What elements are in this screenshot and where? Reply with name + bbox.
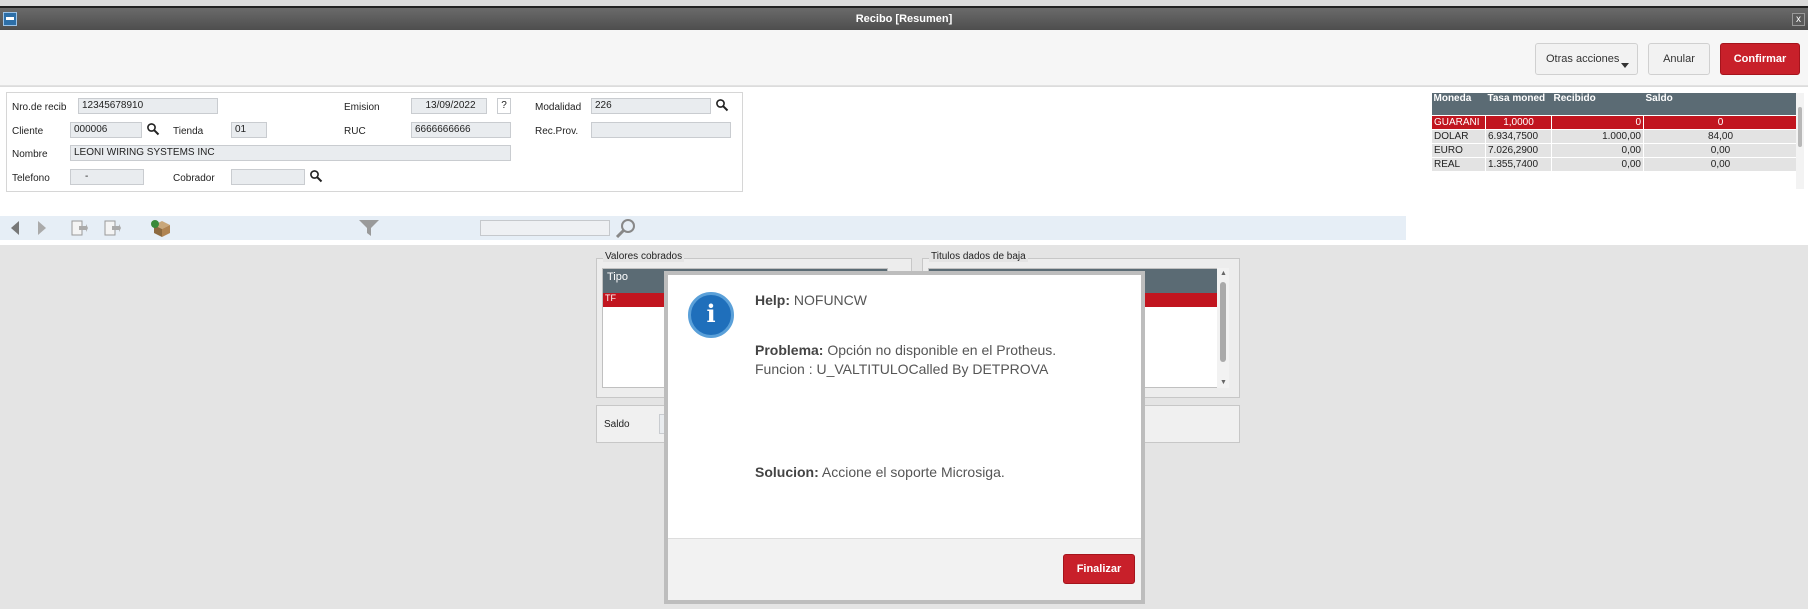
help-line: Help: NOFUNCW <box>755 292 867 308</box>
recprov-label: Rec.Prov. <box>535 126 579 137</box>
cell-rate: 1.355,7400 <box>1485 156 1552 172</box>
col-received[interactable]: Recibido <box>1551 93 1644 115</box>
emission-label: Emision <box>344 102 380 113</box>
table-row[interactable]: REAL 1.355,7400 0,00 0,00 <box>1431 156 1798 172</box>
search-icon[interactable] <box>715 98 729 112</box>
cell-balance: 0,00 <box>1643 156 1798 172</box>
currency-grid[interactable]: Moneda Tasa moned Recibido Saldo GUARANI… <box>1431 93 1798 172</box>
scroll-up-icon[interactable]: ▲ <box>1220 270 1227 277</box>
more-actions-label: Otras acciones <box>1546 53 1620 65</box>
table-row[interactable]: DOLAR 6.934,7500 1.000,00 84,00 <box>1431 128 1798 144</box>
collected-values-title: Valores cobrados <box>603 251 685 262</box>
grid-search-input[interactable] <box>480 220 610 236</box>
store-field[interactable]: 01 <box>231 122 267 138</box>
problem-text: Opción no disponible en el Protheus. <box>827 342 1057 358</box>
cell-received: 0,00 <box>1551 156 1644 172</box>
cell-balance: 0 <box>1643 114 1798 130</box>
dialog-footer: Finalizar <box>668 538 1141 600</box>
help-code: NOFUNCW <box>793 292 867 308</box>
action-toolbar: Otras acciones Anular Confirmar <box>0 30 1808 86</box>
titles-scrollbar[interactable]: ▲ ▼ <box>1217 268 1229 388</box>
table-row[interactable]: EURO 7.026,2900 0,00 0,00 <box>1431 142 1798 158</box>
window-title: Recibo [Resumen] <box>855 13 953 25</box>
doc-out-icon[interactable] <box>103 219 121 237</box>
balance-label: Saldo <box>604 419 630 430</box>
help-icon[interactable]: ? <box>497 98 511 114</box>
name-field[interactable]: LEONI WIRING SYSTEMS INC <box>70 145 511 161</box>
confirm-button[interactable]: Confirmar <box>1720 43 1800 75</box>
chevron-down-icon <box>1621 63 1629 68</box>
col-rate[interactable]: Tasa moned <box>1485 93 1552 115</box>
header-area: Nro.de recib 12345678910 Emision 13/09/2… <box>0 87 1808 245</box>
table-row[interactable]: GUARANI 1,0000 0 0 <box>1431 114 1798 130</box>
cell-rate: 1,0000 <box>1485 114 1552 130</box>
info-icon: i <box>688 292 734 338</box>
recibo-window: Recibo [Resumen] x Otras acciones Anular… <box>0 0 1808 609</box>
phone-label: Telefono <box>12 173 50 184</box>
search-icon[interactable] <box>309 169 323 183</box>
box-icon[interactable] <box>150 218 172 238</box>
cell-rate: 6.934,7500 <box>1485 128 1552 144</box>
navigation-bar <box>0 216 1406 240</box>
cell-currency: EURO <box>1431 142 1486 158</box>
search-icon[interactable] <box>615 218 637 238</box>
solution-text: Accione el soporte Microsiga. <box>821 464 1005 480</box>
collector-label: Cobrador <box>173 173 215 184</box>
problem-line: Problema: Opción no disponible en el Pro… <box>755 342 1056 358</box>
title-bar: Recibo [Resumen] x <box>0 6 1808 30</box>
next-icon[interactable] <box>35 220 49 236</box>
help-dialog: i Help: NOFUNCW Problema: Opción no disp… <box>664 271 1145 604</box>
phone-field[interactable]: - <box>70 169 144 185</box>
doc-in-icon[interactable] <box>70 219 88 237</box>
scroll-thumb[interactable] <box>1220 282 1226 362</box>
cell-currency: REAL <box>1431 156 1486 172</box>
help-label: Help: <box>755 292 790 308</box>
finish-button[interactable]: Finalizar <box>1063 554 1135 584</box>
client-label: Cliente <box>12 126 44 137</box>
emission-field[interactable]: 13/09/2022 <box>411 98 487 114</box>
recprov-field[interactable] <box>591 122 731 138</box>
modality-field[interactable]: 226 <box>591 98 711 114</box>
cell-received: 0 <box>1551 114 1644 130</box>
cancel-button[interactable]: Anular <box>1648 43 1710 75</box>
col-balance[interactable]: Saldo <box>1643 93 1798 115</box>
problem-function: Funcion : U_VALTITULOCalled By DETPROVA <box>755 361 1049 377</box>
titles-dropped-title: Titulos dados de baja <box>929 251 1028 262</box>
currency-grid-scrollbar[interactable] <box>1796 93 1804 189</box>
more-actions-button[interactable]: Otras acciones <box>1535 43 1638 75</box>
solution-line: Solucion: Accione el soporte Microsiga. <box>755 464 1005 480</box>
cell-rate: 7.026,2900 <box>1485 142 1552 158</box>
cell-currency: GUARANI <box>1431 114 1486 130</box>
prev-icon[interactable] <box>8 220 22 236</box>
receipt-no-label: Nro.de recib <box>12 102 67 113</box>
col-currency[interactable]: Moneda <box>1431 93 1486 115</box>
search-icon[interactable] <box>146 122 160 136</box>
collector-field[interactable] <box>231 169 305 185</box>
name-label: Nombre <box>12 149 48 160</box>
modality-label: Modalidad <box>535 102 582 113</box>
receipt-form: Nro.de recib 12345678910 Emision 13/09/2… <box>6 92 743 192</box>
ruc-label: RUC <box>344 126 366 137</box>
receipt-no-field[interactable]: 12345678910 <box>78 98 218 114</box>
cell-balance: 0,00 <box>1643 142 1798 158</box>
close-icon[interactable]: x <box>1792 13 1805 26</box>
cell-received: 0,00 <box>1551 142 1644 158</box>
filter-icon[interactable] <box>358 219 380 237</box>
store-label: Tienda <box>173 126 204 137</box>
scroll-down-icon[interactable]: ▼ <box>1220 379 1227 386</box>
solution-label: Solucion: <box>755 464 819 480</box>
cell-received: 1.000,00 <box>1551 128 1644 144</box>
problem-label: Problema: <box>755 342 824 358</box>
client-field[interactable]: 000006 <box>70 122 142 138</box>
currency-grid-header: Moneda Tasa moned Recibido Saldo <box>1431 93 1798 115</box>
ruc-field[interactable]: 6666666666 <box>411 122 511 138</box>
cell-balance: 84,00 <box>1643 128 1798 144</box>
cell-currency: DOLAR <box>1431 128 1486 144</box>
